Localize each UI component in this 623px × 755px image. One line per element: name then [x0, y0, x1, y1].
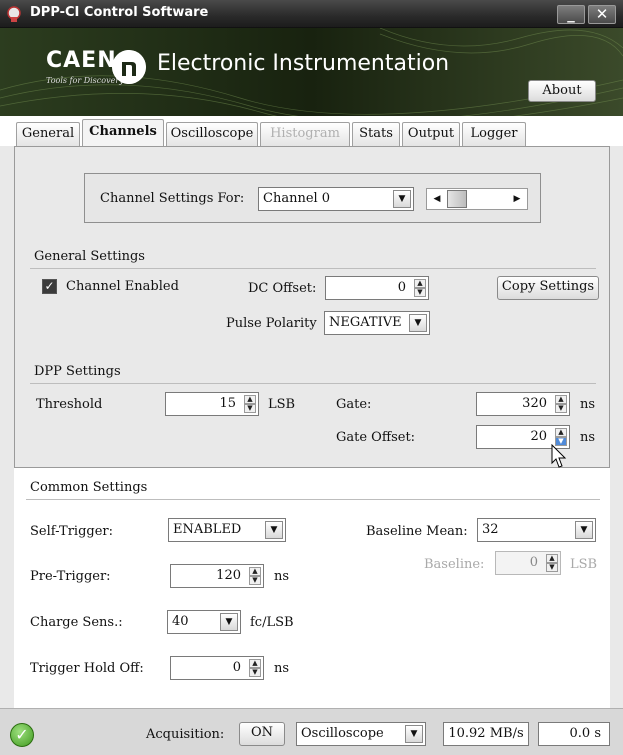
pre-trigger-value: 120 — [216, 568, 241, 583]
baseline-mean-value: 32 — [482, 522, 499, 537]
baseline-stepper: ▲ ▼ — [546, 554, 558, 572]
header-banner: CAEN Tools for Discovery Electronic Inst… — [0, 28, 623, 116]
charge-sens-unit: fc/LSB — [250, 615, 294, 630]
chevron-down-icon: ▼ — [405, 725, 423, 743]
gate-stepper[interactable]: ▲ ▼ — [555, 395, 567, 413]
pre-trigger-stepper[interactable]: ▲ ▼ — [249, 567, 261, 585]
threshold-unit: LSB — [268, 397, 296, 412]
section-divider — [26, 499, 600, 500]
baseline-mean-dropdown[interactable]: 32 ▼ — [477, 518, 596, 542]
channel-enabled-label: Channel Enabled — [66, 279, 179, 294]
frame-left — [0, 146, 14, 708]
gate-offset-value: 20 — [530, 429, 547, 444]
window-title: DPP-CI Control Software — [30, 5, 209, 20]
trigger-hold-off-field[interactable]: 0 ▲ ▼ — [170, 656, 264, 680]
pulse-polarity-dropdown[interactable]: NEGATIVE ▼ — [324, 311, 430, 335]
general-settings-title: General Settings — [34, 249, 145, 264]
gate-field[interactable]: 320 ▲ ▼ — [476, 392, 570, 416]
chevron-down-icon: ▼ — [220, 613, 238, 631]
chevron-down-icon: ▼ — [265, 521, 283, 539]
scroll-left-icon[interactable]: ◀ — [429, 191, 445, 207]
pre-trigger-field[interactable]: 120 ▲ ▼ — [170, 564, 264, 588]
dc-offset-stepper[interactable]: ▲ ▼ — [414, 279, 426, 297]
acquisition-on-button[interactable]: ON — [239, 722, 285, 746]
about-button[interactable]: About — [528, 80, 596, 102]
elapsed-time-display: 0.0 s — [538, 722, 610, 746]
pulse-polarity-label: Pulse Polarity — [226, 316, 317, 331]
status-ok-icon: ✓ — [10, 723, 34, 747]
dc-offset-value: 0 — [397, 280, 406, 295]
dc-offset-label: DC Offset: — [248, 281, 317, 296]
chevron-down-icon: ▼ — [409, 314, 427, 332]
app-icon — [7, 6, 21, 22]
section-divider — [30, 268, 596, 269]
threshold-field[interactable]: 15 ▲ ▼ — [165, 392, 259, 416]
tab-channels[interactable]: Channels — [82, 119, 164, 147]
caen-logo: CAEN — [46, 48, 117, 73]
acquisition-label: Acquisition: — [146, 727, 225, 742]
self-trigger-label: Self-Trigger: — [30, 524, 114, 539]
mouse-cursor-icon — [551, 444, 567, 468]
gate-value: 320 — [522, 396, 547, 411]
gate-offset-label: Gate Offset: — [336, 430, 416, 445]
charge-sens-value: 40 — [172, 614, 189, 629]
gate-unit: ns — [580, 397, 596, 412]
charge-sens-label: Charge Sens.: — [30, 615, 123, 630]
gate-offset-unit: ns — [580, 430, 596, 445]
common-settings-title: Common Settings — [30, 480, 148, 495]
channel-scrollbar[interactable]: ◀ ▶ — [426, 188, 528, 210]
pulse-polarity-value: NEGATIVE — [329, 315, 402, 330]
tab-general[interactable]: General — [16, 122, 80, 146]
channel-select-value: Channel 0 — [263, 191, 331, 206]
dc-offset-field[interactable]: 0 ▲ ▼ — [325, 276, 429, 300]
n-logo-icon — [112, 50, 146, 84]
baseline-label: Baseline: — [424, 557, 485, 572]
tab-stats[interactable]: Stats — [352, 122, 400, 146]
self-trigger-value: ENABLED — [173, 522, 242, 537]
tab-oscilloscope[interactable]: Oscilloscope — [166, 122, 258, 146]
self-trigger-dropdown[interactable]: ENABLED ▼ — [168, 518, 286, 542]
tab-output[interactable]: Output — [402, 122, 460, 146]
caen-tagline: Tools for Discovery — [46, 76, 124, 85]
baseline-value: 0 — [529, 555, 538, 570]
channel-select-dropdown[interactable]: Channel 0 ▼ — [258, 187, 414, 211]
frame-right — [610, 146, 623, 708]
banner-title: Electronic Instrumentation — [157, 51, 450, 76]
trigger-hold-off-label: Trigger Hold Off: — [30, 661, 144, 676]
copy-settings-button[interactable]: Copy Settings — [497, 276, 599, 300]
channel-select-label: Channel Settings For: — [100, 191, 245, 206]
chevron-down-icon: ▼ — [393, 190, 411, 208]
mode-value: Oscilloscope — [301, 726, 384, 741]
trigger-hold-off-stepper[interactable]: ▲ ▼ — [249, 659, 261, 677]
gate-label: Gate: — [336, 397, 372, 412]
pre-trigger-label: Pre-Trigger: — [30, 569, 111, 584]
trigger-hold-off-value: 0 — [232, 660, 241, 675]
baseline-field: 0 ▲ ▼ — [495, 551, 561, 575]
mode-dropdown[interactable]: Oscilloscope ▼ — [296, 722, 426, 746]
baseline-unit: LSB — [570, 557, 598, 572]
data-rate-display: 10.92 MB/s — [443, 722, 529, 746]
threshold-label: Threshold — [36, 397, 103, 412]
channel-enabled-checkbox[interactable]: ✓ — [42, 279, 57, 294]
scroll-thumb[interactable] — [447, 190, 467, 208]
section-divider — [30, 383, 596, 384]
tab-histogram: Histogram — [260, 122, 350, 146]
threshold-stepper[interactable]: ▲ ▼ — [244, 395, 256, 413]
threshold-value: 15 — [219, 396, 236, 411]
chevron-down-icon: ▼ — [575, 521, 593, 539]
close-button[interactable]: ✕ — [588, 5, 616, 24]
dpp-settings-title: DPP Settings — [34, 364, 121, 379]
baseline-mean-label: Baseline Mean: — [366, 524, 468, 539]
charge-sens-dropdown[interactable]: 40 ▼ — [167, 610, 241, 634]
trigger-hold-off-unit: ns — [274, 661, 290, 676]
tab-logger[interactable]: Logger — [462, 122, 526, 146]
pre-trigger-unit: ns — [274, 569, 290, 584]
scroll-right-icon[interactable]: ▶ — [509, 191, 525, 207]
minimize-button[interactable]: _ — [557, 5, 585, 24]
